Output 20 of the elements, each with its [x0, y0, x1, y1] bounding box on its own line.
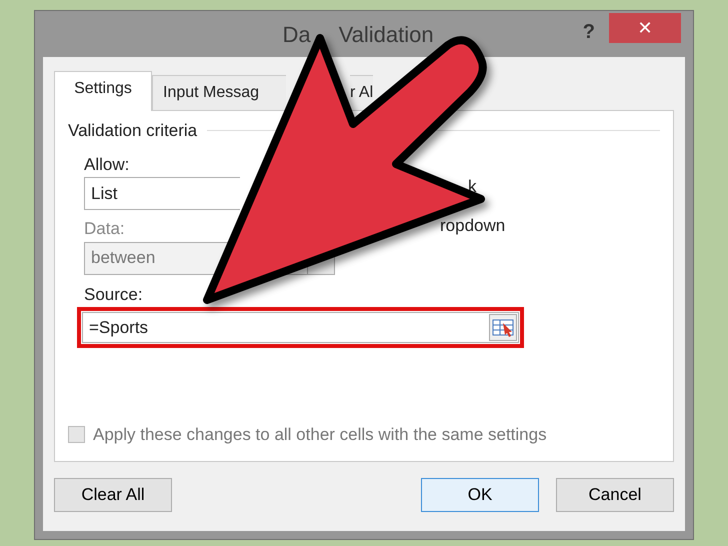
close-button[interactable]: ✕ [609, 13, 681, 43]
tab[interactable]: r Al [350, 75, 374, 110]
checkbox-label: ropdown [440, 215, 506, 237]
dialog-button[interactable]: OK [421, 478, 539, 512]
dropdown-field[interactable]: List [84, 177, 240, 210]
range-select-icon[interactable] [489, 314, 517, 341]
field-label: Source: [84, 284, 144, 306]
checkbox-label: Apply these changes to all other cells with the same settings [93, 424, 547, 446]
window-title: Da [282, 20, 311, 48]
field-value: =Sports [89, 316, 150, 339]
help-button[interactable]: ? [582, 17, 595, 47]
field-label: Data: [84, 218, 126, 240]
source-field[interactable]: =Sports [82, 312, 519, 343]
section-heading: Validation criteria [68, 120, 198, 142]
tab[interactable]: Input Messag [152, 75, 286, 110]
dialog-button[interactable]: Cancel [556, 478, 674, 512]
window-title: Validation [338, 20, 434, 48]
field-label: Allow: [84, 154, 130, 176]
dialog-button[interactable]: Clear All [54, 478, 172, 512]
tab[interactable]: Settings [54, 71, 152, 111]
